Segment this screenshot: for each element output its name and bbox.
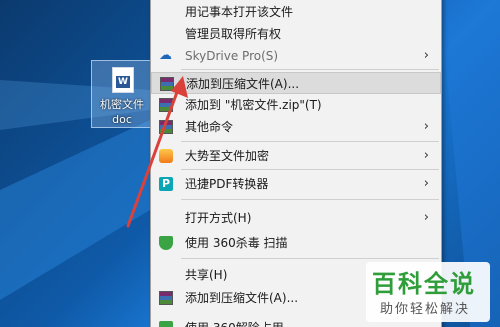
shield-icon: [159, 321, 173, 327]
watermark-logo: 百科全说 助你轻松解决: [366, 262, 490, 322]
winrar-icon: [159, 98, 173, 112]
menu-separator: [181, 199, 439, 200]
menu-item-take-ownership[interactable]: 管理员取得所有权: [151, 23, 441, 45]
chevron-right-icon: ›: [423, 119, 429, 134]
menu-item-other-commands[interactable]: 其他命令 ›: [151, 116, 441, 138]
menu-item-360-scan[interactable]: 使用 360杀毒 扫描: [151, 232, 441, 254]
menu-separator: [181, 69, 439, 70]
winrar-icon: [160, 77, 174, 91]
chevron-right-icon: ›: [423, 176, 429, 191]
winrar-icon: [159, 120, 173, 134]
chevron-right-icon: ›: [423, 48, 429, 63]
shield-icon: [159, 236, 173, 250]
desktop-file-icon[interactable]: W 机密文件 doc: [91, 60, 151, 128]
cloud-icon: ☁: [159, 48, 172, 63]
menu-item-file-encrypt[interactable]: 大势至文件加密 ›: [151, 145, 441, 167]
menu-item-open-with[interactable]: 打开方式(H) ›: [151, 207, 441, 229]
menu-item-add-to-archive[interactable]: 添加到压缩文件(A)...: [151, 72, 441, 94]
winrar-icon: [159, 291, 173, 305]
menu-item-open-notepad[interactable]: 用记事本打开该文件: [151, 1, 441, 23]
menu-item-add-to-zip[interactable]: 添加到 "机密文件.zip"(T): [151, 94, 441, 116]
chevron-right-icon: ›: [423, 210, 429, 225]
pdf-converter-icon: P: [159, 177, 173, 191]
menu-separator: [181, 169, 439, 170]
lock-icon: [159, 149, 173, 163]
word-document-icon: W: [112, 67, 134, 93]
menu-separator: [181, 258, 439, 259]
chevron-right-icon: ›: [423, 148, 429, 163]
menu-item-skydrive[interactable]: ☁ SkyDrive Pro(S) ›: [151, 45, 441, 67]
menu-item-pdf-converter[interactable]: P 迅捷PDF转换器 ›: [151, 173, 441, 195]
file-name-label: 机密文件 doc: [100, 98, 144, 126]
menu-separator: [181, 141, 439, 142]
